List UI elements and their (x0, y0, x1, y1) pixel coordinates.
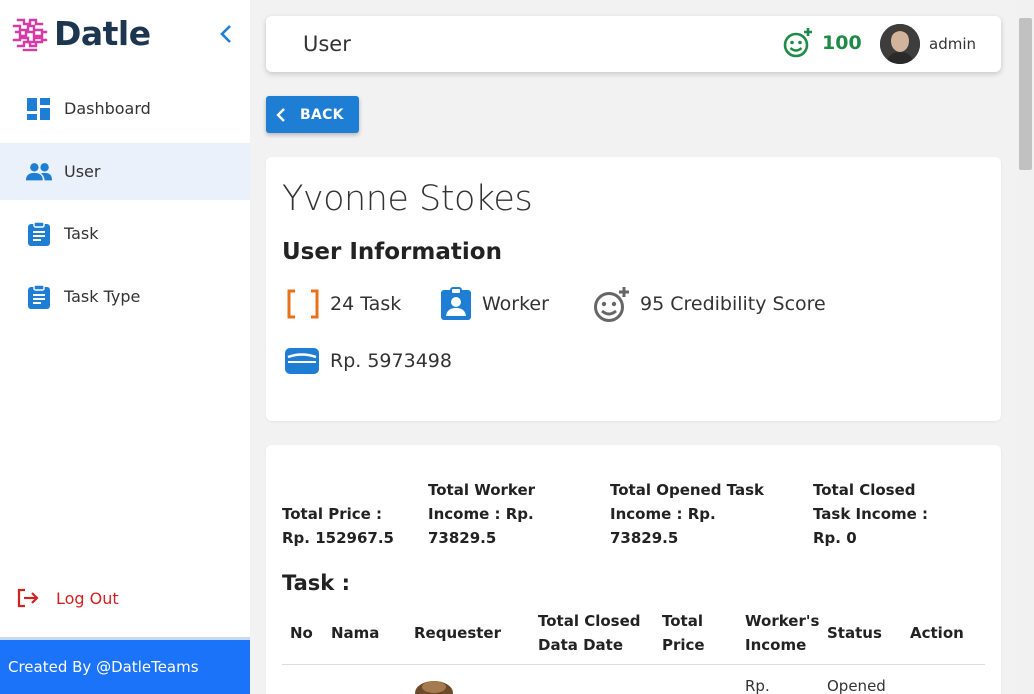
column-header-worker-income: Worker's Income (745, 612, 820, 654)
role-label: Worker (482, 293, 549, 315)
id-badge-icon (440, 287, 472, 321)
score-value: 100 (822, 32, 862, 54)
task-count-stat: 24 Task (286, 289, 401, 319)
total-worker-income: Total Worker Income : Rp. 73829.5 (428, 481, 536, 547)
sidebar: Datle Dashboard User Task Task Type Log (0, 0, 250, 694)
sidebar-item-label: User (64, 162, 101, 181)
task-card: Total Price : Rp. 152967.5 Total Worker … (266, 445, 1001, 694)
logout-button[interactable]: Log Out (16, 588, 119, 608)
dashboard-icon (25, 95, 53, 123)
sidebar-footer: Created By @DatleTeams (0, 637, 250, 694)
sidebar-item-label: Task Type (64, 287, 141, 306)
sidebar-item-dashboard[interactable]: Dashboard (0, 80, 250, 137)
column-header-requester: Requester (414, 624, 501, 642)
wallet-icon (284, 346, 320, 376)
brand-mark-icon (12, 18, 48, 51)
credibility-label: 95 Credibility Score (640, 293, 826, 315)
users-icon (25, 158, 53, 186)
column-header-status: Status (827, 624, 882, 642)
user-name: Yvonne Stokes (282, 179, 533, 219)
column-header-total-price: Total Price (662, 612, 705, 654)
task-count-label: 24 Task (330, 293, 402, 315)
sidebar-item-label: Dashboard (64, 99, 151, 118)
table-header-divider (282, 664, 985, 665)
section-title: User Information (282, 239, 502, 265)
column-header-nama: Nama (331, 624, 380, 642)
clipboard-icon (25, 283, 53, 311)
brand-name: Datle (54, 14, 151, 53)
balance-label: Rp. 5973498 (330, 350, 452, 372)
collapse-sidebar-button[interactable] (214, 20, 238, 48)
clipboard-icon (25, 220, 53, 248)
balance-stat: Rp. 5973498 (284, 346, 452, 376)
smiley-plus-icon (592, 286, 630, 322)
user-info-card: Yvonne Stokes User Information 24 Task W… (266, 157, 1001, 421)
total-price: Total Price : Rp. 152967.5 (282, 505, 394, 547)
requester-avatar (413, 677, 455, 694)
total-closed-task-income: Total Closed Task Income : Rp. 0 (813, 481, 929, 547)
username-label[interactable]: admin (929, 35, 976, 53)
back-button[interactable]: BACK (266, 96, 359, 133)
brand-logo[interactable]: Datle (12, 14, 151, 53)
avatar[interactable] (880, 24, 920, 64)
task-section-title: Task : (282, 571, 350, 595)
logout-label: Log Out (56, 588, 119, 608)
status-cell: Opened (827, 677, 886, 694)
credibility-stat: 95 Credibility Score (592, 286, 826, 322)
worker-income-cell: Rp. (745, 677, 770, 694)
column-header-closed-date: Total Closed Data Date (538, 612, 641, 654)
column-header-action: Action (910, 624, 964, 642)
chevron-left-icon (276, 107, 286, 123)
total-opened-task-income: Total Opened Task Income : Rp. 73829.5 (610, 481, 764, 547)
sidebar-item-label: Task (64, 224, 99, 243)
logout-icon (16, 588, 40, 608)
role-stat: Worker (440, 287, 549, 321)
chevron-left-icon (220, 25, 231, 43)
scrollbar-thumb[interactable] (1019, 18, 1032, 170)
smiley-plus-icon (783, 28, 812, 58)
page-title: User (303, 32, 351, 56)
sidebar-item-task[interactable]: Task (0, 205, 250, 262)
brackets-icon (286, 289, 320, 319)
topbar: User 100 admin (266, 16, 1001, 72)
sidebar-item-user[interactable]: User (0, 143, 250, 200)
score-badge: 100 (782, 27, 862, 59)
back-label: BACK (300, 106, 344, 123)
column-header-no: No (290, 624, 313, 642)
sidebar-item-task-type[interactable]: Task Type (0, 268, 250, 325)
